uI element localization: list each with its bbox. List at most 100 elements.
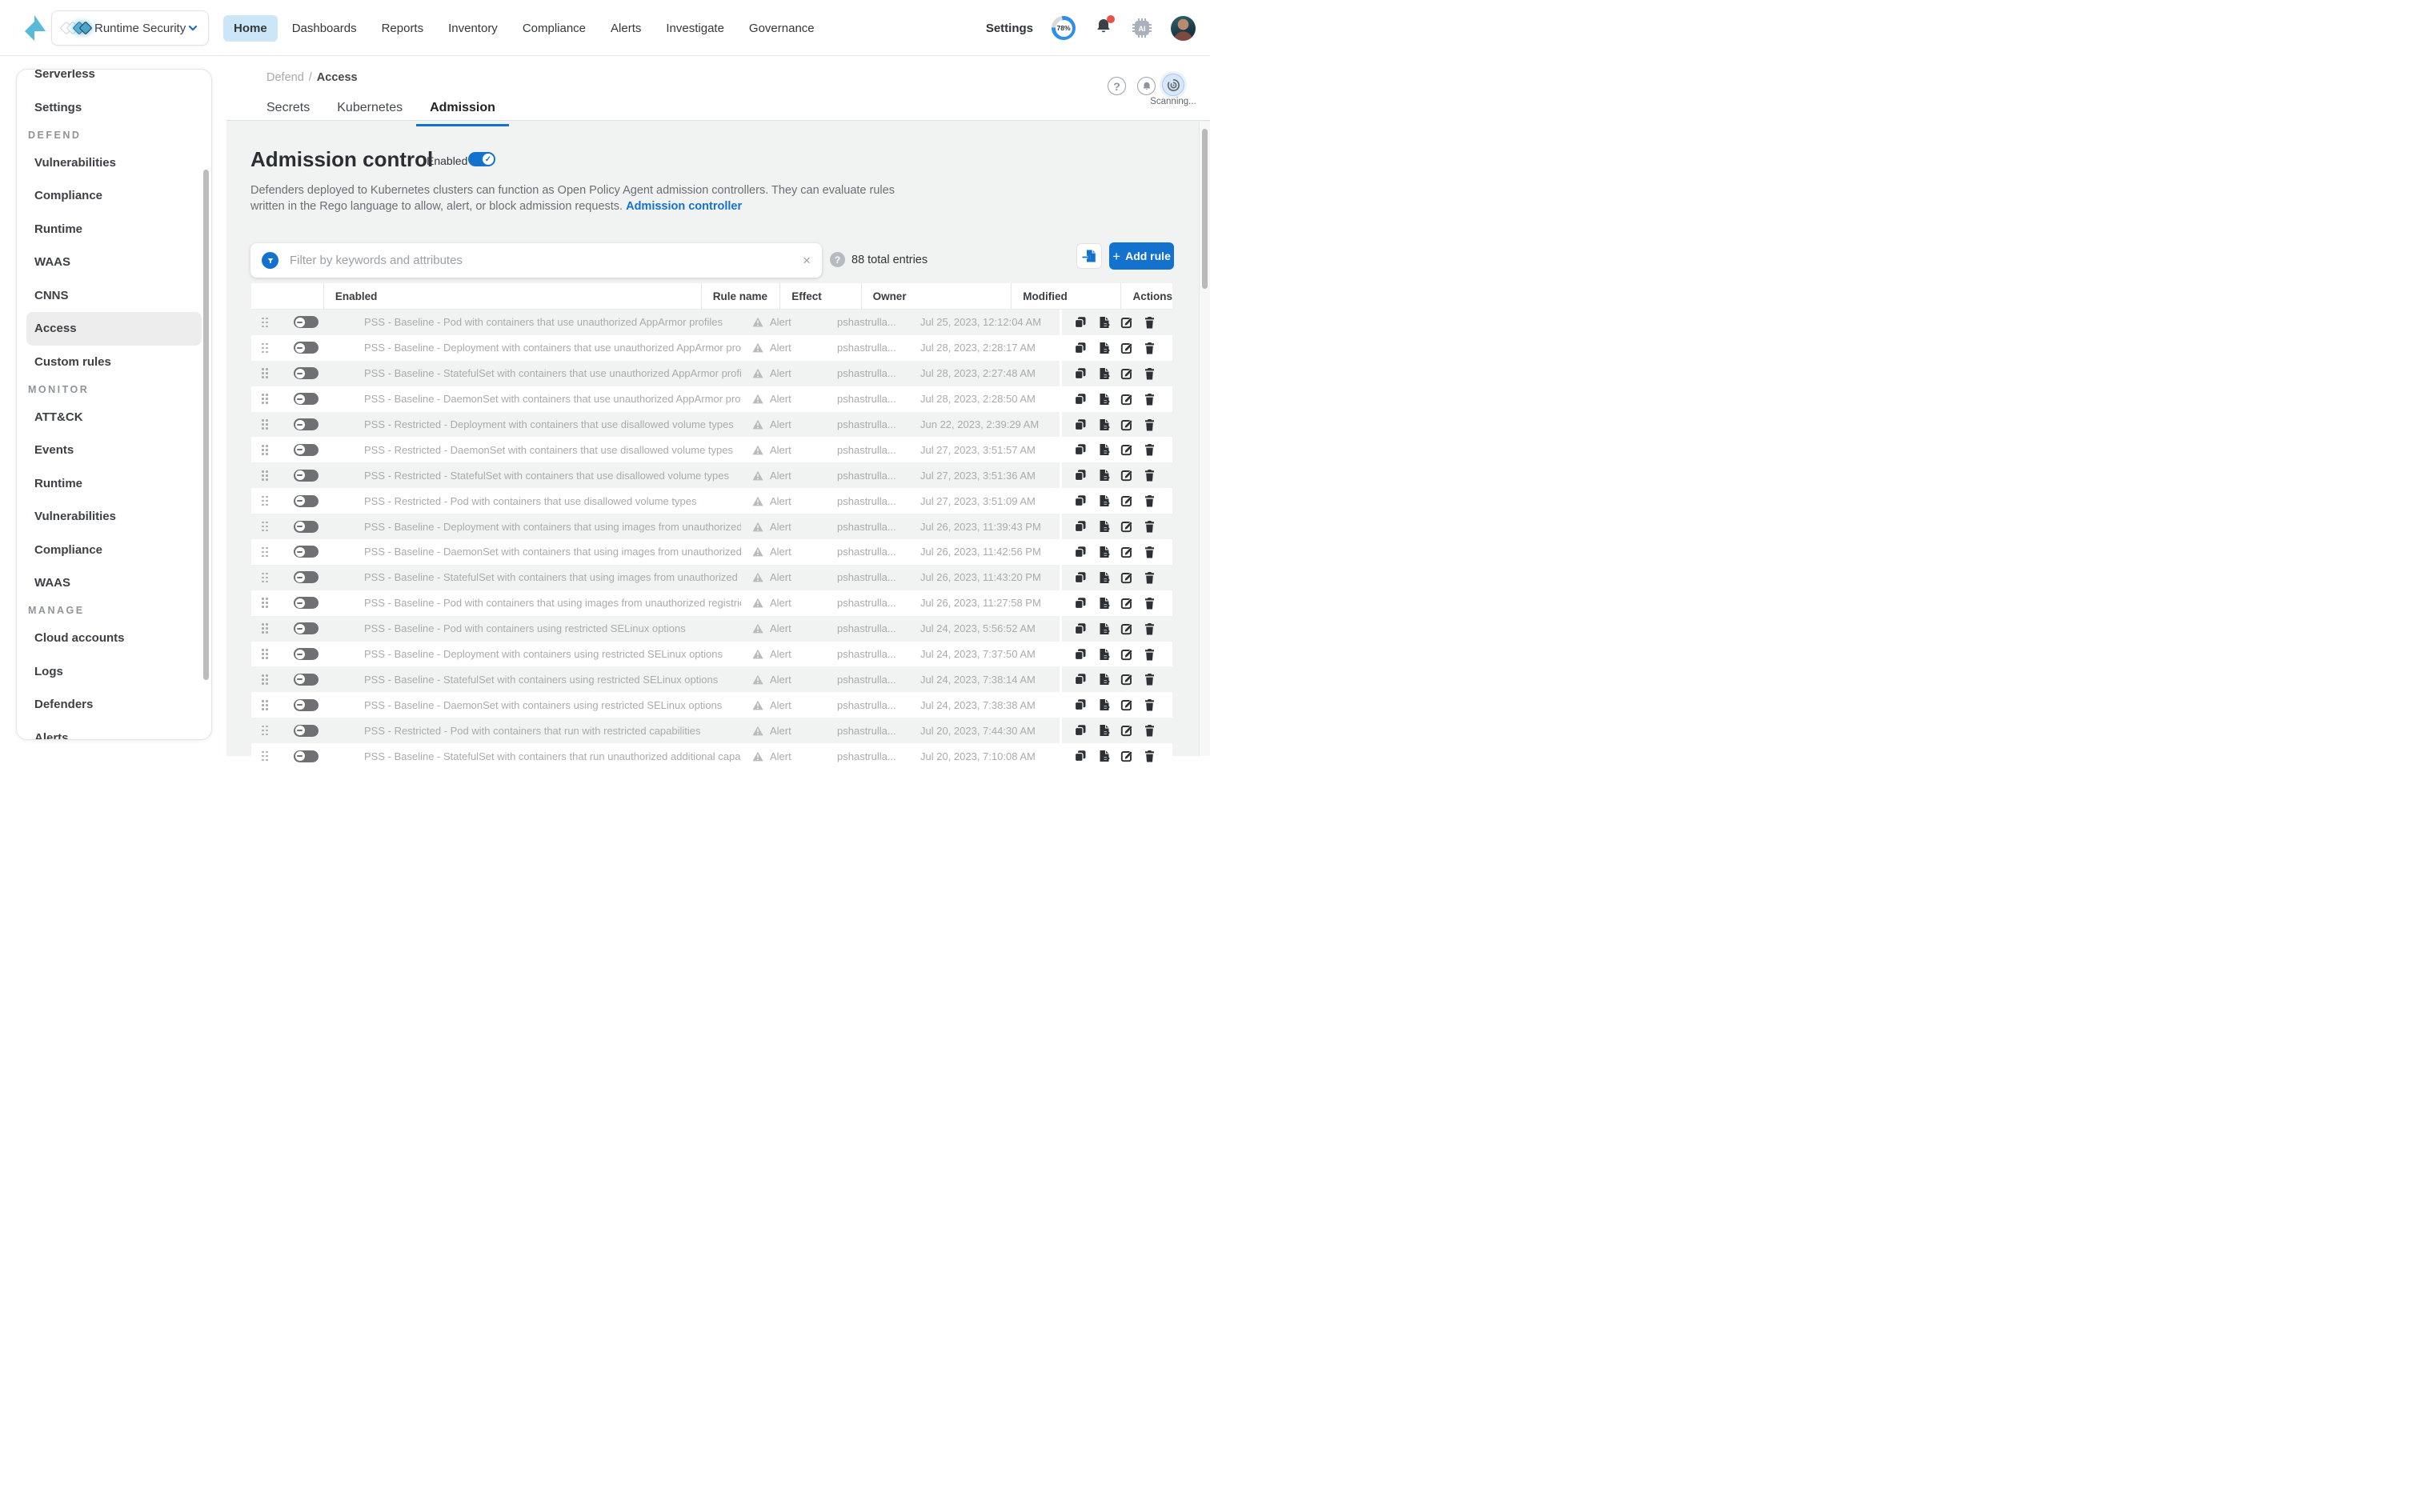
- drag-handle-icon[interactable]: [262, 394, 268, 404]
- drag-handle-icon[interactable]: [262, 445, 268, 455]
- edit-rule-button[interactable]: [1120, 673, 1133, 686]
- total-entries-help-icon[interactable]: ?: [830, 252, 845, 267]
- edit-rule-button[interactable]: [1120, 597, 1133, 610]
- top-nav-item[interactable]: Inventory: [438, 15, 508, 42]
- edit-rule-button[interactable]: [1120, 546, 1133, 558]
- user-avatar[interactable]: [1171, 16, 1196, 41]
- edit-rule-button[interactable]: [1120, 750, 1133, 762]
- export-rule-button[interactable]: [1097, 316, 1110, 329]
- copy-rule-button[interactable]: [1074, 342, 1087, 354]
- admission-enabled-toggle[interactable]: ✓: [468, 152, 495, 166]
- copy-rule-button[interactable]: [1074, 750, 1087, 762]
- export-rule-button[interactable]: [1097, 367, 1110, 380]
- edit-rule-button[interactable]: [1120, 622, 1133, 635]
- filter-funnel-icon[interactable]: [262, 252, 278, 269]
- sidebar-item[interactable]: Vulnerabilities: [26, 500, 202, 534]
- drag-handle-icon[interactable]: [262, 368, 268, 378]
- drag-handle-icon[interactable]: [262, 751, 268, 762]
- export-rule-button[interactable]: [1097, 571, 1110, 584]
- delete-rule-button[interactable]: [1144, 648, 1156, 661]
- rule-enabled-toggle[interactable]: [294, 393, 319, 405]
- drag-handle-icon[interactable]: [262, 649, 268, 659]
- drag-handle-icon[interactable]: [262, 573, 268, 583]
- rule-enabled-toggle[interactable]: [294, 546, 319, 558]
- delete-rule-button[interactable]: [1144, 698, 1156, 711]
- tab[interactable]: Kubernetes: [323, 97, 416, 126]
- sidebar-item[interactable]: Compliance: [26, 179, 202, 213]
- delete-rule-button[interactable]: [1144, 342, 1156, 354]
- import-rules-button[interactable]: [1076, 243, 1102, 269]
- rule-enabled-toggle[interactable]: [294, 316, 319, 328]
- edit-rule-button[interactable]: [1120, 494, 1133, 507]
- delete-rule-button[interactable]: [1144, 673, 1156, 686]
- rule-enabled-toggle[interactable]: [294, 495, 319, 507]
- delete-rule-button[interactable]: [1144, 443, 1156, 456]
- sidebar-item[interactable]: Settings: [26, 91, 202, 125]
- drag-handle-icon[interactable]: [262, 522, 268, 532]
- export-rule-button[interactable]: [1097, 342, 1110, 354]
- scanning-button[interactable]: [1162, 74, 1184, 96]
- edit-rule-button[interactable]: [1120, 418, 1133, 431]
- main-scrollbar-thumb[interactable]: [1202, 129, 1208, 289]
- copy-rule-button[interactable]: [1074, 546, 1087, 558]
- drag-handle-icon[interactable]: [262, 496, 268, 506]
- rule-enabled-toggle[interactable]: [294, 648, 319, 660]
- delete-rule-button[interactable]: [1144, 520, 1156, 533]
- add-rule-button[interactable]: + Add rule: [1109, 242, 1174, 270]
- export-rule-button[interactable]: [1097, 443, 1110, 456]
- rule-enabled-toggle[interactable]: [294, 342, 319, 354]
- notification-bell-icon[interactable]: [1094, 17, 1113, 40]
- export-rule-button[interactable]: [1097, 698, 1110, 711]
- export-rule-button[interactable]: [1097, 673, 1110, 686]
- edit-rule-button[interactable]: [1120, 316, 1133, 329]
- delete-rule-button[interactable]: [1144, 494, 1156, 507]
- tab[interactable]: Admission: [416, 97, 509, 126]
- product-switcher[interactable]: Runtime Security: [51, 10, 209, 46]
- rule-enabled-toggle[interactable]: [294, 674, 319, 686]
- sidebar-item[interactable]: Runtime: [26, 213, 202, 246]
- delete-rule-button[interactable]: [1144, 622, 1156, 635]
- copy-rule-button[interactable]: [1074, 571, 1087, 584]
- prisma-cloud-logo[interactable]: [21, 14, 50, 42]
- delete-rule-button[interactable]: [1144, 393, 1156, 406]
- delete-rule-button[interactable]: [1144, 418, 1156, 431]
- copy-rule-button[interactable]: [1074, 648, 1087, 661]
- edit-rule-button[interactable]: [1120, 469, 1133, 482]
- top-nav-item[interactable]: Compliance: [512, 15, 596, 42]
- edit-rule-button[interactable]: [1120, 367, 1133, 380]
- drag-handle-icon[interactable]: [262, 623, 268, 634]
- copy-rule-button[interactable]: [1074, 469, 1087, 482]
- rule-enabled-toggle[interactable]: [294, 418, 319, 430]
- sidebar-item[interactable]: WAAS: [26, 566, 202, 600]
- rule-enabled-toggle[interactable]: [294, 367, 319, 379]
- sidebar-item[interactable]: Compliance: [26, 534, 202, 567]
- drag-handle-icon[interactable]: [262, 598, 268, 608]
- sidebar-item[interactable]: ATT&CK: [26, 401, 202, 434]
- sidebar-item[interactable]: Access: [26, 312, 202, 346]
- delete-rule-button[interactable]: [1144, 546, 1156, 558]
- edit-rule-button[interactable]: [1120, 648, 1133, 661]
- copy-rule-button[interactable]: [1074, 367, 1087, 380]
- sidebar-item[interactable]: Alerts: [26, 722, 202, 741]
- sidebar-item[interactable]: CNNS: [26, 279, 202, 313]
- copy-rule-button[interactable]: [1074, 494, 1087, 507]
- export-rule-button[interactable]: [1097, 418, 1110, 431]
- export-rule-button[interactable]: [1097, 724, 1110, 737]
- copy-rule-button[interactable]: [1074, 597, 1087, 610]
- breadcrumb-parent[interactable]: Defend: [266, 71, 304, 84]
- sidebar-item[interactable]: Cloud accounts: [26, 622, 202, 655]
- export-rule-button[interactable]: [1097, 494, 1110, 507]
- admission-controller-link[interactable]: Admission controller: [626, 200, 742, 213]
- drag-handle-icon[interactable]: [262, 674, 268, 685]
- edit-rule-button[interactable]: [1120, 571, 1133, 584]
- export-rule-button[interactable]: [1097, 393, 1110, 406]
- drag-handle-icon[interactable]: [262, 547, 268, 558]
- sidebar-item[interactable]: Events: [26, 434, 202, 467]
- clear-filter-icon[interactable]: ×: [803, 254, 811, 267]
- edit-rule-button[interactable]: [1120, 698, 1133, 711]
- drag-handle-icon[interactable]: [262, 700, 268, 710]
- drag-handle-icon[interactable]: [262, 343, 268, 354]
- ai-copilot-icon[interactable]: AI: [1132, 18, 1152, 38]
- export-rule-button[interactable]: [1097, 597, 1110, 610]
- edit-rule-button[interactable]: [1120, 724, 1133, 737]
